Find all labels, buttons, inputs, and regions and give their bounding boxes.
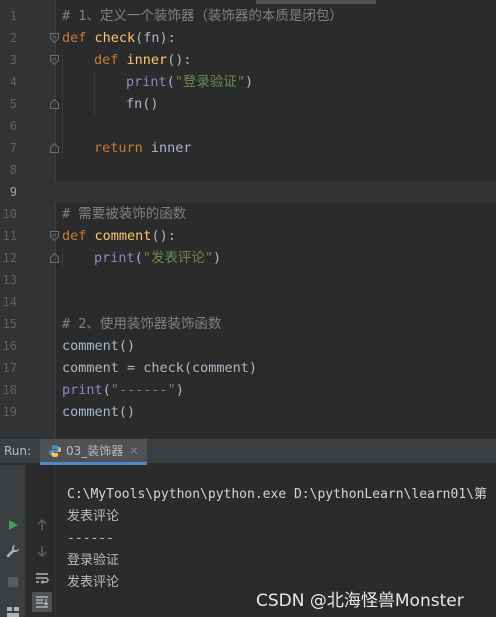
code-line[interactable]: 10 # 需要被装饰的函数 — [0, 203, 496, 225]
line-number: 1 — [9, 9, 17, 23]
console-line: 登录验证 — [67, 553, 120, 568]
code-text: print("发表评论") — [94, 250, 222, 266]
line-number: 14 — [2, 295, 17, 309]
line-number: 9 — [9, 185, 17, 199]
line-number: 19 — [2, 405, 17, 419]
code-text: def comment(): — [62, 228, 176, 244]
layout-icon — [7, 607, 19, 617]
console-line: ------ — [67, 531, 114, 546]
scroll-to-end-icon — [36, 596, 49, 608]
code-text: def check(fn): — [62, 30, 176, 46]
line-number: 7 — [9, 141, 17, 155]
line-number: 12 — [2, 251, 17, 265]
arrow-down-icon — [37, 546, 47, 557]
fold-open-icon[interactable] — [50, 33, 59, 43]
scroll-to-end-button[interactable] — [32, 592, 52, 612]
previous-occurrence-button[interactable] — [32, 515, 52, 535]
run-console-toolbar — [28, 465, 56, 617]
fold-open-icon[interactable] — [50, 231, 59, 241]
fold-close-icon[interactable] — [50, 253, 59, 263]
line-number: 10 — [2, 207, 17, 221]
line-number: 8 — [9, 163, 17, 177]
code-line-current[interactable]: 9 — [0, 181, 496, 203]
rerun-button[interactable] — [3, 515, 23, 535]
stop-button[interactable] — [3, 572, 23, 592]
code-line[interactable]: 3 def inner(): — [0, 49, 496, 71]
code-line[interactable]: 2 def check(fn): — [0, 27, 496, 49]
soft-wrap-icon — [36, 573, 49, 584]
layout-button[interactable] — [3, 602, 23, 617]
fold-open-icon[interactable] — [50, 55, 59, 65]
code-line[interactable]: 17 comment = check(comment) — [0, 357, 496, 379]
play-icon — [9, 520, 18, 530]
line-number: 18 — [2, 383, 17, 397]
code-comment: # 2、使用装饰器装饰函数 — [62, 316, 222, 332]
line-number: 2 — [9, 31, 17, 45]
code-editor[interactable]: 1 # 1、定义一个装饰器（装饰器的本质是闭包） 2 def check(fn)… — [0, 0, 496, 438]
fold-close-icon[interactable] — [50, 99, 59, 109]
close-icon[interactable]: × — [129, 444, 138, 457]
python-file-icon — [49, 444, 61, 457]
code-text: comment() — [62, 338, 136, 354]
code-line[interactable]: 13 — [0, 269, 496, 291]
run-label: Run: — [4, 444, 32, 458]
code-line[interactable]: 18 print("------") — [0, 379, 496, 401]
code-line[interactable]: 12 print("发表评论") — [0, 247, 496, 269]
fold-close-icon[interactable] — [50, 143, 59, 153]
line-number: 4 — [9, 75, 17, 89]
stop-icon — [8, 577, 18, 587]
code-line[interactable]: 15 # 2、使用装饰器装饰函数 — [0, 313, 496, 335]
code-line[interactable]: 11 def comment(): — [0, 225, 496, 247]
code-comment: # 需要被装饰的函数 — [62, 206, 187, 222]
code-line[interactable]: 19 comment() — [0, 401, 496, 423]
line-number: 5 — [9, 97, 17, 111]
code-line[interactable]: 4 print("登录验证") — [0, 71, 496, 93]
code-line[interactable]: 1 # 1、定义一个装饰器（装饰器的本质是闭包） — [0, 5, 496, 27]
soft-wrap-button[interactable] — [32, 568, 52, 588]
line-number: 6 — [9, 119, 17, 133]
run-tool-header: Run: 03_装饰器 × — [0, 438, 496, 465]
line-number: 15 — [2, 317, 17, 331]
code-text: def inner(): — [94, 52, 192, 68]
code-comment: # 1、定义一个装饰器（装饰器的本质是闭包） — [62, 8, 343, 24]
watermark: CSDN @北海怪兽Monster — [256, 591, 464, 611]
line-number: 3 — [9, 53, 17, 67]
next-occurrence-button[interactable] — [32, 541, 52, 561]
arrow-up-icon — [37, 519, 47, 530]
line-number: 13 — [2, 273, 17, 287]
code-text: comment() — [62, 404, 136, 420]
line-number: 17 — [2, 361, 17, 375]
code-line[interactable]: 8 — [0, 159, 496, 181]
console-output[interactable]: C:\MyTools\python\python.exe D:\pythonLe… — [67, 484, 487, 594]
code-line[interactable]: 16 comment() — [0, 335, 496, 357]
code-text: fn() — [126, 96, 159, 112]
run-left-toolbar — [0, 465, 26, 617]
run-config-tab[interactable]: 03_装饰器 × — [40, 439, 147, 465]
code-text: print("------") — [62, 382, 184, 398]
line-number: 11 — [2, 229, 17, 243]
code-text: return inner — [94, 140, 192, 156]
line-number: 16 — [2, 339, 17, 353]
console-line: 发表评论 — [67, 509, 120, 524]
horizontal-scrollbar-thumb[interactable] — [256, 0, 376, 4]
code-line[interactable]: 14 — [0, 291, 496, 313]
modify-config-button[interactable] — [3, 541, 23, 561]
code-text: comment = check(comment) — [62, 360, 258, 376]
code-line[interactable]: 7 return inner — [0, 137, 496, 159]
wrench-icon — [6, 545, 19, 558]
code-text: print("登录验证") — [126, 74, 254, 90]
code-line[interactable]: 6 — [0, 115, 496, 137]
console-line-command: C:\MyTools\python\python.exe D:\pythonLe… — [67, 487, 487, 502]
code-line[interactable]: 5 fn() — [0, 93, 496, 115]
run-tab-label: 03_装饰器 — [66, 444, 124, 458]
